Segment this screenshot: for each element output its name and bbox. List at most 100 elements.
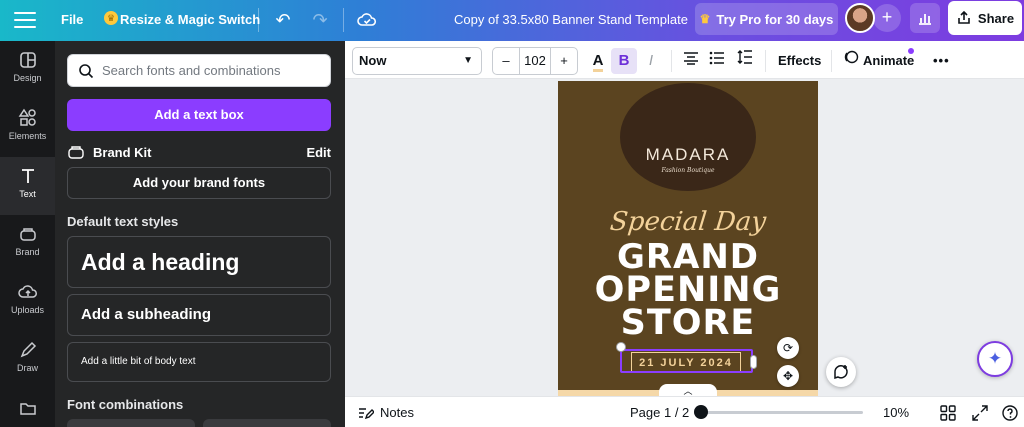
text-panel: Search fonts and combinations Add a text… (55, 41, 345, 427)
left-rail: Design Elements Text Brand Uploads Draw (0, 41, 55, 427)
align-center-icon[interactable] (678, 48, 704, 74)
animate-button[interactable]: Animate (863, 53, 914, 68)
effects-button[interactable]: Effects (778, 53, 821, 68)
design-icon (19, 52, 36, 68)
brand-kit-icon (68, 146, 84, 159)
increase-font-size-button[interactable]: + (551, 48, 577, 74)
zoom-slider-handle[interactable] (694, 405, 708, 419)
share-label: Share (977, 10, 1015, 26)
stats-icon[interactable] (910, 3, 940, 33)
font-combination-card[interactable] (203, 419, 331, 427)
top-bar: File ♛ Resize & Magic Switch ↶ ↷ Copy of… (0, 0, 1024, 41)
folder-icon (19, 403, 36, 415)
draw-icon (20, 341, 36, 358)
rail-item-draw[interactable]: Draw (0, 331, 55, 389)
brand-tagline-text[interactable]: Fashion Boutique (620, 167, 756, 174)
default-text-styles-title: Default text styles (67, 214, 179, 229)
text-toolbar: Now ▼ – 102 + A B I Effects Animate ••• (345, 41, 1024, 79)
rail-label: Design (13, 73, 42, 83)
elements-icon (18, 108, 36, 126)
toolbar-divider (765, 50, 766, 72)
spacing-icon[interactable] (732, 48, 758, 74)
more-options-button[interactable]: ••• (933, 53, 950, 68)
page-indicator[interactable]: Page 1 / 2 (630, 405, 689, 420)
font-size-input[interactable]: 102 (519, 48, 551, 74)
cloud-save-icon[interactable] (355, 8, 379, 32)
rail-item-elements[interactable]: Elements (0, 99, 55, 157)
rotate-icon[interactable]: ⟳ (777, 337, 799, 359)
font-combination-card[interactable] (67, 419, 195, 427)
animate-icon (838, 48, 864, 74)
rail-label: Text (19, 189, 36, 199)
notes-label: Notes (380, 405, 414, 420)
bold-button[interactable]: B (611, 48, 637, 74)
share-button[interactable]: Share (948, 1, 1022, 35)
rail-label: Uploads (10, 305, 45, 315)
brand-kit-row: Brand Kit Edit (67, 142, 331, 162)
resize-magic-switch-button[interactable]: Resize & Magic Switch (120, 12, 260, 27)
zoom-slider[interactable] (701, 411, 863, 414)
grid-view-icon[interactable] (939, 404, 957, 422)
menu-icon[interactable] (14, 10, 36, 30)
plus-icon[interactable]: + (873, 4, 901, 32)
rail-item-design[interactable]: Design (0, 41, 55, 99)
search-placeholder: Search fonts and combinations (102, 63, 281, 78)
brand-icon (19, 228, 36, 241)
selection-box[interactable] (616, 342, 757, 373)
resize-handle[interactable] (616, 342, 626, 352)
add-comment-icon[interactable] (826, 357, 856, 387)
rail-item-uploads[interactable]: Uploads (0, 273, 55, 331)
decrease-font-size-button[interactable]: – (493, 48, 519, 74)
brand-name-text[interactable]: MADARA (620, 145, 756, 165)
search-input[interactable]: Search fonts and combinations (67, 54, 331, 87)
add-text-box-button[interactable]: Add a text box (67, 99, 331, 131)
italic-button[interactable]: I (638, 48, 664, 74)
crown-icon: ♛ (104, 11, 118, 25)
redo-icon[interactable]: ↷ (308, 8, 332, 32)
logo-circle[interactable] (620, 83, 756, 191)
avatar[interactable] (845, 3, 875, 33)
text-color-button[interactable]: A (585, 48, 611, 74)
rail-item-brand[interactable]: Brand (0, 215, 55, 273)
notes-button[interactable]: Notes (358, 405, 414, 420)
design-title[interactable]: Copy of 33.5x80 Banner Stand Template (454, 12, 688, 27)
font-family-select[interactable]: Now ▼ (352, 47, 482, 75)
list-icon[interactable] (704, 48, 730, 74)
crown-icon: ♛ (699, 12, 711, 26)
undo-icon[interactable]: ↶ (271, 8, 295, 32)
share-icon (958, 10, 970, 24)
canvas-area: MADARA Fashion Boutique Special Day GRAN… (345, 79, 1024, 396)
uploads-icon (17, 285, 37, 298)
special-day-text[interactable]: Special Day (556, 207, 819, 237)
font-combinations-title: Font combinations (67, 397, 184, 412)
resize-handle[interactable] (750, 355, 757, 369)
toolbar-divider (258, 8, 259, 32)
new-indicator-dot (908, 48, 914, 54)
bottom-bar: Notes Page 1 / 2 10% (345, 396, 1024, 427)
add-body-text-button[interactable]: Add a little bit of body text (67, 342, 331, 382)
zoom-value[interactable]: 10% (883, 405, 909, 420)
add-brand-fonts-button[interactable]: Add your brand fonts (67, 167, 331, 199)
rail-label: Draw (16, 363, 38, 373)
notes-icon (359, 407, 374, 419)
add-subheading-button[interactable]: Add a subheading (67, 294, 331, 336)
move-icon[interactable]: ✥ (777, 365, 799, 387)
fullscreen-icon[interactable] (971, 404, 989, 422)
chevron-up-icon[interactable]: ︿ (659, 384, 717, 396)
magic-assistant-icon[interactable]: ✦ (977, 341, 1013, 377)
headline-line-3[interactable]: STORE (558, 303, 818, 343)
brand-kit-label: Brand Kit (93, 144, 152, 160)
try-pro-label: Try Pro for 30 days (716, 11, 834, 27)
toolbar-divider (343, 8, 344, 32)
rail-label: Brand (15, 247, 40, 257)
text-color-icon: A (592, 53, 604, 72)
file-menu[interactable]: File (61, 12, 83, 27)
toolbar-divider (671, 50, 672, 72)
add-heading-button[interactable]: Add a heading (67, 236, 331, 288)
try-pro-button[interactable]: ♛ Try Pro for 30 days (695, 3, 838, 35)
rail-item-projects[interactable] (0, 389, 55, 427)
brand-kit-edit-link[interactable]: Edit (306, 145, 331, 160)
rail-item-text[interactable]: Text (0, 157, 55, 215)
font-size-stepper: – 102 + (492, 47, 578, 75)
help-icon[interactable] (1001, 404, 1019, 422)
